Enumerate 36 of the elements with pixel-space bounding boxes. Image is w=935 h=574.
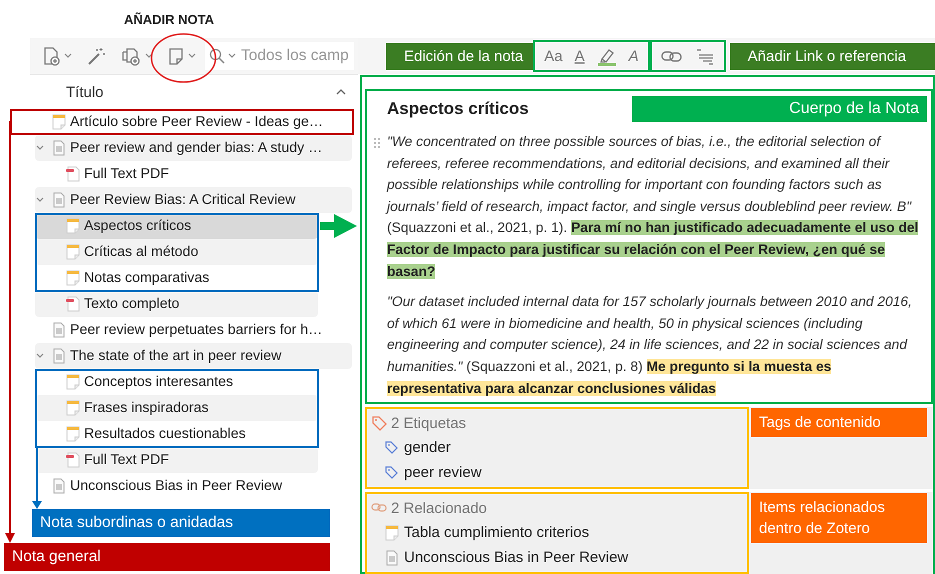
tree-row[interactable]: Unconscious Bias in Peer Review (35, 473, 352, 499)
annotation-label: Añadir Link o referencia (730, 42, 935, 70)
tree-row[interactable]: The state of the art in peer review (35, 343, 352, 369)
annotation-label: Tags de contenido (751, 408, 927, 438)
annotation-label: Cuerpo de la Nota (632, 96, 927, 122)
tree-row[interactable]: Peer Review Bias: A Critical Review (35, 187, 352, 213)
tree-row[interactable]: Texto completo (35, 291, 318, 317)
annotation-label: Items relacionados dentro de Zotero (751, 493, 927, 544)
annotation-label: Nota subordinas o anidadas (32, 509, 330, 537)
tree-row[interactable]: Conceptos interesantes (35, 369, 318, 395)
tree-row[interactable]: Full Text PDF (35, 447, 318, 473)
tree-row[interactable]: Peer review perpetuates barriers for h… (35, 317, 352, 343)
tree-row[interactable]: Aspectos críticos (35, 213, 318, 239)
column-header[interactable]: Título (66, 84, 104, 100)
annotation-label: Edición de la nota (386, 42, 534, 70)
section-header[interactable]: 2 Relacionado (391, 500, 487, 517)
section-header[interactable]: 2 Etiquetas (391, 414, 466, 432)
tag-item[interactable]: peer review (404, 464, 482, 482)
tree-row[interactable]: Peer review and gender bias: A study … (35, 135, 352, 161)
annotation-label: Nota general (4, 543, 330, 571)
clear-formatting-button[interactable]: A (626, 44, 642, 68)
tree-row[interactable]: Notas comparativas (35, 265, 318, 291)
tree-row[interactable]: Críticas al método (35, 239, 318, 265)
tag-item[interactable]: gender (404, 439, 451, 456)
tree-row[interactable]: Frases inspiradoras (35, 395, 318, 421)
annotation-label: AÑADIR NOTA (123, 10, 214, 28)
font-size-button[interactable]: Aa (541, 44, 566, 68)
note-paragraph: "Our dataset included internal data for 157 scholarly journals between 2010 and 2016, of which 61 were in biomedicine and health, 50 in physical sciences (including engineering and computer science), 24 in life sciences, and 22 in social sciences and humanities." (Squazzoni et al., 2021, p. 8) Me pregunto si la muesta es representativa para alcanzar conclusiones válidas (387, 293, 913, 398)
note-title: Aspectos críticos (387, 98, 529, 118)
note-paragraph: "We concentrated on three possible sources of bias, i.e., the editorial selection of referees, referee recommendations, and editorial decisions, and examined all their possible relationships while controlling for important con founding factors such as journals’ field of research, impact factor, and single versus doubleblind peer review. B" (Squazzoni et al., 2021, p. 1). Para mí no han justificado adecuadamente el uso del Factor de Impacto para justificar su relación con el Peer Review, ¿en qué se basan? (387, 133, 920, 281)
tree-row[interactable]: Full Text PDF (35, 161, 318, 187)
tree-row[interactable]: Resultados cuestionables (35, 421, 318, 447)
related-item[interactable]: Tabla cumplimiento criterios (404, 524, 590, 542)
related-item[interactable]: Unconscious Bias in Peer Review (404, 549, 628, 566)
search-field[interactable]: Todos los camp (205, 42, 354, 70)
text-color-button[interactable]: A (572, 44, 588, 68)
